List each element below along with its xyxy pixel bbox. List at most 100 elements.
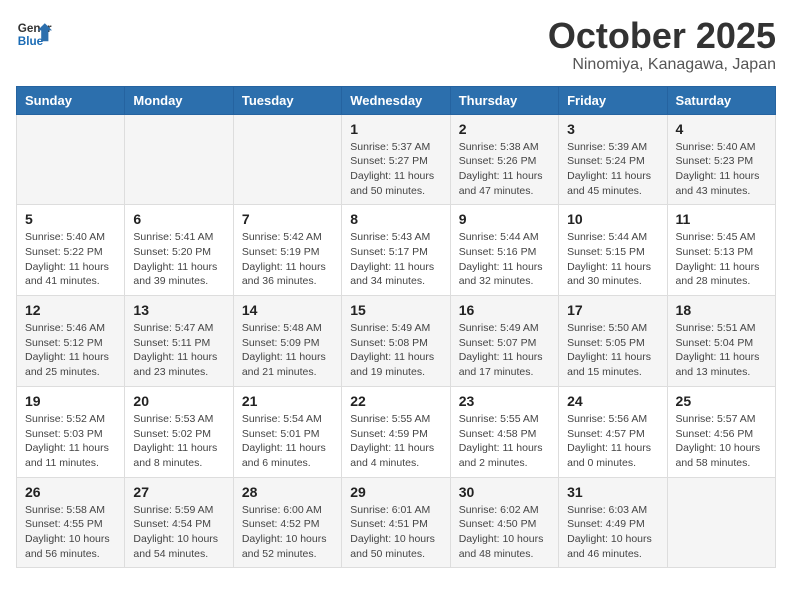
calendar-cell: 29 Sunrise: 6:01 AM Sunset: 4:51 PM Dayli…	[342, 477, 450, 568]
day-number: 26	[25, 484, 116, 500]
calendar-cell: 5Sunrise: 5:40 AM Sunset: 5:22 PM Daylig…	[17, 205, 125, 296]
day-info: Sunrise: 5:38 AM Sunset: 5:26 PM Dayligh…	[459, 140, 550, 199]
day-info: Sunrise: 5:45 AM Sunset: 5:13 PM Dayligh…	[676, 230, 767, 289]
svg-text:Blue: Blue	[18, 35, 44, 48]
day-info: Sunrise: 6:00 AM Sunset: 4:52 PM Dayligh…	[242, 503, 333, 562]
calendar-cell: 25 Sunrise: 5:57 AM Sunset: 4:56 PM Dayli…	[667, 386, 775, 477]
calendar-cell: 24 Sunrise: 5:56 AM Sunset: 4:57 PM Dayli…	[559, 386, 667, 477]
day-number: 6	[133, 211, 224, 227]
day-info: Sunrise: 5:48 AM Sunset: 5:09 PM Dayligh…	[242, 321, 333, 380]
day-number: 18	[676, 302, 767, 318]
week-row-1: 1Sunrise: 5:37 AM Sunset: 5:27 PM Daylig…	[17, 114, 776, 205]
day-number: 9	[459, 211, 550, 227]
column-header-wednesday: Wednesday	[342, 86, 450, 114]
calendar-cell: 1Sunrise: 5:37 AM Sunset: 5:27 PM Daylig…	[342, 114, 450, 205]
calendar-cell: 28 Sunrise: 6:00 AM Sunset: 4:52 PM Dayli…	[233, 477, 341, 568]
day-number: 19	[25, 393, 116, 409]
calendar-cell: 17Sunrise: 5:50 AM Sunset: 5:05 PM Dayli…	[559, 296, 667, 387]
week-row-3: 12 Sunrise: 5:46 AM Sunset: 5:12 PM Dayli…	[17, 296, 776, 387]
title-section: October 2025 Ninomiya, Kanagawa, Japan	[548, 16, 776, 74]
day-info: Sunrise: 5:58 AM Sunset: 4:55 PM Dayligh…	[25, 503, 116, 562]
calendar-cell: 23 Sunrise: 5:55 AM Sunset: 4:58 PM Dayli…	[450, 386, 558, 477]
calendar-table: SundayMondayTuesdayWednesdayThursdayFrid…	[16, 86, 776, 569]
day-info: Sunrise: 5:53 AM Sunset: 5:02 PM Dayligh…	[133, 412, 224, 471]
day-number: 29	[350, 484, 441, 500]
calendar-cell	[17, 114, 125, 205]
page-header: General Blue October 2025 Ninomiya, Kana…	[16, 16, 776, 74]
calendar-cell: 13 Sunrise: 5:47 AM Sunset: 5:11 PM Dayli…	[125, 296, 233, 387]
calendar-cell: 16Sunrise: 5:49 AM Sunset: 5:07 PM Dayli…	[450, 296, 558, 387]
day-info: Sunrise: 5:44 AM Sunset: 5:15 PM Dayligh…	[567, 230, 658, 289]
day-info: Sunrise: 5:52 AM Sunset: 5:03 PM Dayligh…	[25, 412, 116, 471]
calendar-cell: 15 Sunrise: 5:49 AM Sunset: 5:08 PM Dayli…	[342, 296, 450, 387]
day-info: Sunrise: 5:44 AM Sunset: 5:16 PM Dayligh…	[459, 230, 550, 289]
day-number: 25	[676, 393, 767, 409]
calendar-cell: 11 Sunrise: 5:45 AM Sunset: 5:13 PM Dayli…	[667, 205, 775, 296]
week-row-5: 26 Sunrise: 5:58 AM Sunset: 4:55 PM Dayli…	[17, 477, 776, 568]
day-number: 13	[133, 302, 224, 318]
calendar-subtitle: Ninomiya, Kanagawa, Japan	[548, 56, 776, 74]
day-number: 15	[350, 302, 441, 318]
day-info: Sunrise: 5:54 AM Sunset: 5:01 PM Dayligh…	[242, 412, 333, 471]
day-number: 30	[459, 484, 550, 500]
day-info: Sunrise: 5:40 AM Sunset: 5:23 PM Dayligh…	[676, 140, 767, 199]
day-number: 1	[350, 121, 441, 137]
column-header-tuesday: Tuesday	[233, 86, 341, 114]
calendar-cell: 7 Sunrise: 5:42 AM Sunset: 5:19 PM Daylig…	[233, 205, 341, 296]
calendar-cell: 4 Sunrise: 5:40 AM Sunset: 5:23 PM Daylig…	[667, 114, 775, 205]
calendar-cell: 20Sunrise: 5:53 AM Sunset: 5:02 PM Dayli…	[125, 386, 233, 477]
calendar-cell: 2 Sunrise: 5:38 AM Sunset: 5:26 PM Daylig…	[450, 114, 558, 205]
day-number: 8	[350, 211, 441, 227]
day-number: 10	[567, 211, 658, 227]
calendar-cell: 14Sunrise: 5:48 AM Sunset: 5:09 PM Dayli…	[233, 296, 341, 387]
column-header-sunday: Sunday	[17, 86, 125, 114]
day-info: Sunrise: 5:56 AM Sunset: 4:57 PM Dayligh…	[567, 412, 658, 471]
day-number: 23	[459, 393, 550, 409]
day-info: Sunrise: 5:42 AM Sunset: 5:19 PM Dayligh…	[242, 230, 333, 289]
day-number: 3	[567, 121, 658, 137]
calendar-cell: 12 Sunrise: 5:46 AM Sunset: 5:12 PM Dayli…	[17, 296, 125, 387]
calendar-cell: 21 Sunrise: 5:54 AM Sunset: 5:01 PM Dayli…	[233, 386, 341, 477]
column-header-thursday: Thursday	[450, 86, 558, 114]
day-number: 2	[459, 121, 550, 137]
day-info: Sunrise: 6:02 AM Sunset: 4:50 PM Dayligh…	[459, 503, 550, 562]
day-number: 21	[242, 393, 333, 409]
day-info: Sunrise: 5:51 AM Sunset: 5:04 PM Dayligh…	[676, 321, 767, 380]
day-info: Sunrise: 5:55 AM Sunset: 4:59 PM Dayligh…	[350, 412, 441, 471]
day-info: Sunrise: 5:59 AM Sunset: 4:54 PM Dayligh…	[133, 503, 224, 562]
day-info: Sunrise: 5:49 AM Sunset: 5:08 PM Dayligh…	[350, 321, 441, 380]
day-number: 11	[676, 211, 767, 227]
day-info: Sunrise: 5:55 AM Sunset: 4:58 PM Dayligh…	[459, 412, 550, 471]
day-info: Sunrise: 6:01 AM Sunset: 4:51 PM Dayligh…	[350, 503, 441, 562]
day-number: 17	[567, 302, 658, 318]
day-number: 12	[25, 302, 116, 318]
week-row-2: 5Sunrise: 5:40 AM Sunset: 5:22 PM Daylig…	[17, 205, 776, 296]
calendar-cell: 3 Sunrise: 5:39 AM Sunset: 5:24 PM Daylig…	[559, 114, 667, 205]
day-info: Sunrise: 5:41 AM Sunset: 5:20 PM Dayligh…	[133, 230, 224, 289]
day-number: 24	[567, 393, 658, 409]
day-number: 16	[459, 302, 550, 318]
calendar-cell: 26 Sunrise: 5:58 AM Sunset: 4:55 PM Dayli…	[17, 477, 125, 568]
day-number: 31	[567, 484, 658, 500]
logo-icon: General Blue	[16, 16, 52, 52]
calendar-cell: 6 Sunrise: 5:41 AM Sunset: 5:20 PM Daylig…	[125, 205, 233, 296]
calendar-cell: 31 Sunrise: 6:03 AM Sunset: 4:49 PM Dayli…	[559, 477, 667, 568]
calendar-cell: 19 Sunrise: 5:52 AM Sunset: 5:03 PM Dayli…	[17, 386, 125, 477]
column-header-monday: Monday	[125, 86, 233, 114]
calendar-cell: 9 Sunrise: 5:44 AM Sunset: 5:16 PM Daylig…	[450, 205, 558, 296]
day-info: Sunrise: 6:03 AM Sunset: 4:49 PM Dayligh…	[567, 503, 658, 562]
day-info: Sunrise: 5:47 AM Sunset: 5:11 PM Dayligh…	[133, 321, 224, 380]
calendar-cell: 18 Sunrise: 5:51 AM Sunset: 5:04 PM Dayli…	[667, 296, 775, 387]
calendar-cell: 30 Sunrise: 6:02 AM Sunset: 4:50 PM Dayli…	[450, 477, 558, 568]
day-info: Sunrise: 5:46 AM Sunset: 5:12 PM Dayligh…	[25, 321, 116, 380]
day-info: Sunrise: 5:57 AM Sunset: 4:56 PM Dayligh…	[676, 412, 767, 471]
day-number: 28	[242, 484, 333, 500]
calendar-cell: 22 Sunrise: 5:55 AM Sunset: 4:59 PM Dayli…	[342, 386, 450, 477]
calendar-cell	[125, 114, 233, 205]
day-number: 4	[676, 121, 767, 137]
week-row-4: 19 Sunrise: 5:52 AM Sunset: 5:03 PM Dayli…	[17, 386, 776, 477]
logo: General Blue	[16, 16, 52, 52]
day-number: 7	[242, 211, 333, 227]
day-info: Sunrise: 5:39 AM Sunset: 5:24 PM Dayligh…	[567, 140, 658, 199]
day-number: 22	[350, 393, 441, 409]
